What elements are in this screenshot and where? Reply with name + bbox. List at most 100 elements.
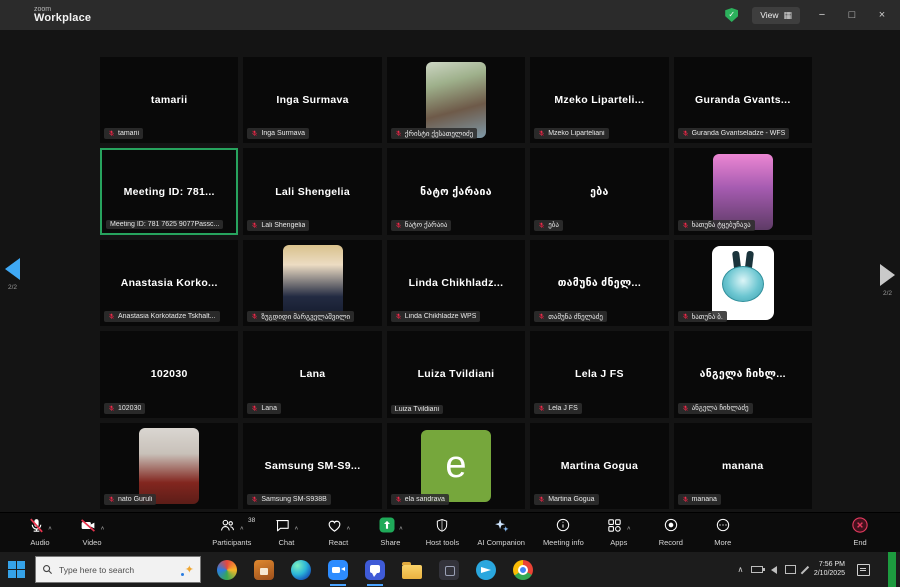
participant-tile[interactable]: LanaLana — [243, 331, 381, 417]
nameplate-label: Martina Gogua — [548, 496, 594, 503]
participant-tile[interactable]: Mzeko Liparteli...Mzeko Liparteliani — [530, 57, 668, 143]
participant-tile[interactable]: ზუგდიდი მარგველაშვილი — [243, 240, 381, 326]
ai-companion-button[interactable]: AI Companion — [477, 518, 525, 547]
file-explorer-taskbar-icon[interactable] — [402, 565, 422, 579]
battery-icon[interactable] — [751, 566, 763, 573]
nameplate: Martina Gogua — [534, 494, 598, 505]
participant-tile[interactable]: mananamanana — [674, 423, 812, 509]
active-app-indicator — [367, 584, 383, 586]
participant-tile[interactable]: 102030102030 — [100, 331, 238, 417]
view-label: View — [760, 10, 778, 20]
meeting-info-button[interactable]: Meeting info — [543, 518, 584, 547]
participant-tile[interactable]: Lela J FSLela J FS — [530, 331, 668, 417]
edge-taskbar-icon[interactable] — [291, 560, 311, 580]
host-tools-button[interactable]: Host tools — [425, 518, 459, 547]
participant-tile[interactable]: Anastasia Korko...Anastasia Korkotadze T… — [100, 240, 238, 326]
volume-icon[interactable] — [771, 566, 777, 574]
nameplate: tamarii — [104, 128, 143, 139]
chat-button[interactable]: ∧Chat — [269, 518, 303, 547]
mic-muted-icon — [682, 495, 689, 504]
end-button[interactable]: End — [843, 518, 877, 547]
telegram-taskbar-icon[interactable] — [476, 560, 496, 580]
participant-tile[interactable]: Linda Chikhladz...Linda Chikhladze WPS — [387, 240, 525, 326]
app-title: Workplace — [34, 13, 91, 24]
chevron-up-icon[interactable]: ∧ — [239, 524, 244, 530]
video-button[interactable]: ∧Video — [75, 518, 109, 547]
participant-tile[interactable]: Samsung SM-S9...Samsung SM-S938B — [243, 423, 381, 509]
maximize-button[interactable]: □ — [844, 9, 860, 21]
participant-name: ნატო ქარაია — [414, 186, 498, 198]
participant-tile[interactable]: Guranda Gvants...Guranda Gvantseladze - … — [674, 57, 812, 143]
participant-tile[interactable]: ქრისტი ქესათელიძე — [387, 57, 525, 143]
view-button[interactable]: View ▦ — [752, 7, 800, 24]
participant-name: ანგელა ჩიხლ... — [694, 368, 792, 380]
chevron-up-icon[interactable]: ∧ — [294, 524, 299, 530]
taskbar-search-input[interactable]: Type here to search ✦ — [35, 556, 201, 583]
participants-button[interactable]: 38∧Participants — [212, 518, 251, 547]
prev-page-button[interactable]: 2/2 — [5, 258, 20, 291]
participant-tile[interactable]: ხათუნა ტყებუჩავა — [674, 148, 812, 234]
nameplate: ება — [534, 220, 563, 231]
participant-tile[interactable]: tamariitamarii — [100, 57, 238, 143]
action-center-icon[interactable] — [857, 564, 870, 576]
participant-tile[interactable]: Martina GoguaMartina Gogua — [530, 423, 668, 509]
participant-tile[interactable]: ხათუნა ბ. — [674, 240, 812, 326]
nameplate-label: ანგელა ჩიხლაძე — [692, 404, 749, 412]
participant-tile[interactable]: Luiza TvildianiLuiza Tvildiani — [387, 331, 525, 417]
app-dark-taskbar-icon[interactable] — [439, 560, 459, 580]
chevron-up-icon[interactable]: ∧ — [399, 524, 404, 530]
copilot-taskbar-icon[interactable] — [217, 560, 237, 580]
search-placeholder: Type here to search — [59, 565, 179, 575]
participant-tile[interactable]: Lali ShengeliaLali Shengelia — [243, 148, 381, 234]
chevron-up-icon[interactable]: ∧ — [48, 524, 53, 530]
chevron-up-icon[interactable]: ∧ — [626, 524, 631, 530]
chevron-up-icon[interactable]: ∧ — [100, 524, 105, 530]
chrome-taskbar-icon[interactable] — [513, 560, 533, 580]
globe-icon — [722, 266, 764, 302]
participant-tile[interactable]: eela sandrava — [387, 423, 525, 509]
chat-icon — [274, 517, 291, 539]
nameplate: 102030 — [104, 403, 145, 414]
zoom-taskbar-icon[interactable] — [328, 560, 348, 580]
nameplate: Mzeko Liparteliani — [534, 128, 608, 139]
toolbar-item-label: Meeting info — [543, 538, 584, 547]
participant-name: Lela J FS — [569, 368, 630, 380]
chevron-up-icon[interactable]: ∧ — [346, 524, 351, 530]
store-taskbar-icon[interactable] — [254, 560, 274, 580]
record-button[interactable]: Record — [654, 518, 688, 547]
nameplate-label: 102030 — [118, 405, 141, 412]
apps-button[interactable]: ∧Apps — [602, 518, 636, 547]
apps-icon — [606, 517, 623, 539]
page-indicator: 2/2 — [8, 284, 17, 291]
workplace-chat-taskbar-icon[interactable] — [365, 560, 385, 580]
meeting-id-tile[interactable]: Meeting ID: 781...Meeting ID: 781 7625 9… — [100, 148, 238, 234]
participant-tile[interactable]: ანგელა ჩიხლ... ანგელა ჩიხლაძე — [674, 331, 812, 417]
mic-muted-icon — [251, 404, 258, 413]
audio-button[interactable]: ∧Audio — [23, 518, 57, 547]
more-button[interactable]: More — [706, 518, 740, 547]
taskbar-clock[interactable]: 7:56 PM 2/10/2025 — [814, 561, 845, 579]
mic-muted-icon — [538, 129, 545, 138]
nameplate-label: Inga Surmava — [261, 130, 305, 137]
system-tray: ∧ 7:56 PM 2/10/2025 — [737, 552, 900, 587]
react-button[interactable]: ∧React — [321, 518, 355, 547]
participant-tile[interactable]: ებაება — [530, 148, 668, 234]
participant-tile[interactable]: თამუნა ძნელ...თამუნა ძნელაძე — [530, 240, 668, 326]
mic-off-icon — [28, 517, 45, 539]
clock-time: 7:56 PM — [819, 561, 845, 570]
pen-icon[interactable] — [801, 565, 809, 573]
start-button[interactable] — [8, 561, 25, 578]
nameplate: Lali Shengelia — [247, 220, 309, 231]
share-button[interactable]: ∧Share — [373, 518, 407, 547]
security-shield-icon[interactable]: ✓ — [725, 8, 738, 22]
next-page-button[interactable]: 2/2 — [880, 264, 895, 297]
network-icon[interactable] — [785, 565, 796, 574]
participant-tile[interactable]: ნატო ქარაიანატო ქარაია — [387, 148, 525, 234]
minimize-button[interactable]: − — [814, 9, 830, 21]
close-button[interactable]: × — [874, 9, 890, 21]
participant-tile[interactable]: Inga SurmavaInga Surmava — [243, 57, 381, 143]
participant-tile[interactable]: nato Guruli — [100, 423, 238, 509]
mic-muted-icon — [395, 495, 402, 504]
hidden-icons-caret[interactable]: ∧ — [737, 565, 743, 574]
nameplate: Guranda Gvantseladze - WFS — [678, 128, 790, 139]
